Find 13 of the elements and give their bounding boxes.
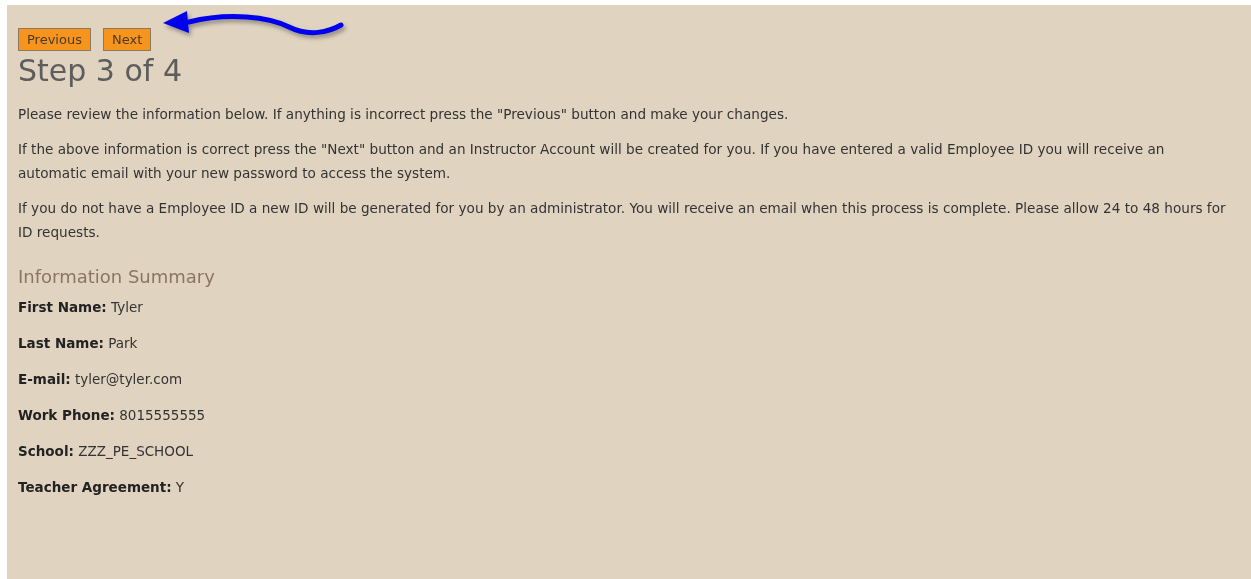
summary-field: Work Phone: 8015555555 [18,403,1237,427]
summary-field: Last Name: Park [18,331,1237,355]
instruction-text: If the above information is correct press the "Next" button and an Instructor Account will be created for you. If you have entered a valid Employee ID you will receive an automatic email with your new password to access the system. [18,140,1166,183]
nav-button[interactable]: Previous [18,28,91,51]
summary-field: School: ZZZ_PE_SCHOOL [18,439,1237,463]
summary-field: First Name: Tyler [18,295,1237,319]
step-heading: Step 3 of 4 [18,53,183,88]
instruction-text: Please review the information below. If anything is incorrect press the "Previous" button and make your changes. [18,105,790,124]
instruction-text: If you do not have a Employee ID a new ID will be generated for you by an administrator. You will receive an email when this process is complete. Please allow 24 to 48 hours for ID requests. [18,199,1227,242]
summary-field: Teacher Agreement: Y [18,475,1237,499]
nav-button[interactable]: Next [102,28,152,51]
summary-heading: Information Summary [18,266,216,287]
summary-field: E-mail: tyler@tyler.com [18,367,1237,391]
